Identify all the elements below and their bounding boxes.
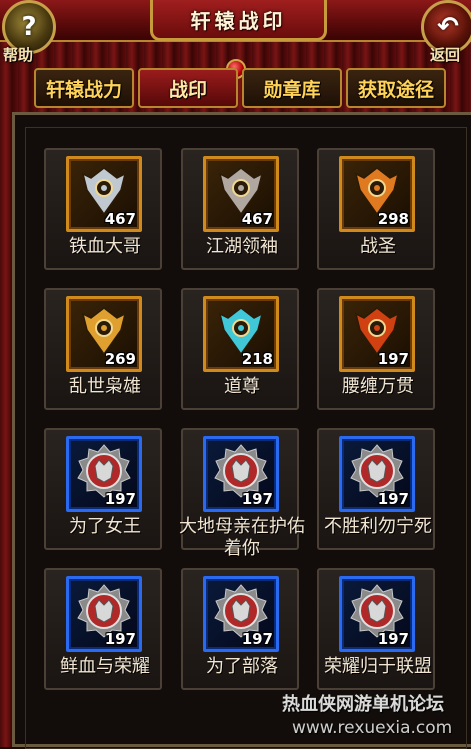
page-title: 轩辕战印 xyxy=(190,8,287,33)
badge-card[interactable]: 467 江湖领袖 xyxy=(181,148,299,270)
badge-name: 江湖领袖 xyxy=(206,236,278,257)
title-plate: 轩辕战印 xyxy=(150,0,327,41)
badge-card[interactable]: 197 不胜利勿宁死 xyxy=(317,428,435,550)
badge-frame: 218 xyxy=(203,296,279,372)
back-label: 返回 xyxy=(430,46,461,64)
badge-frame: 298 xyxy=(339,156,415,232)
watermark-url: www.rexuexia.com xyxy=(292,718,453,738)
badge-card[interactable]: 197 为了女王 xyxy=(44,428,162,550)
badge-name: 乱世枭雄 xyxy=(69,376,141,397)
badge-frame: 197 xyxy=(203,576,279,652)
badge-frame: 197 xyxy=(339,436,415,512)
badge-count: 197 xyxy=(241,490,273,508)
tab-battle-power[interactable]: 轩辕战力 xyxy=(34,68,134,108)
badge-card[interactable]: 467 铁血大哥 xyxy=(44,148,162,270)
badge-name: 不胜利勿宁死 xyxy=(324,516,432,537)
badge-name: 道尊 xyxy=(224,376,260,397)
badge-card[interactable]: 197 大地母亲在护佑着你 xyxy=(179,428,305,559)
badge-card[interactable]: 197 为了部落 xyxy=(181,568,299,690)
badge-card[interactable]: 197 荣耀归于联盟 xyxy=(317,568,435,690)
back-arrow-icon: ↶ xyxy=(437,12,459,42)
badge-frame: 269 xyxy=(66,296,142,372)
badge-card[interactable]: 197 腰缠万贯 xyxy=(317,288,435,410)
badge-name: 战圣 xyxy=(360,236,396,257)
badge-frame: 467 xyxy=(66,156,142,232)
badge-name: 大地母亲在护佑着你 xyxy=(179,516,305,559)
badge-name: 荣耀归于联盟 xyxy=(324,656,432,677)
badge-name: 鲜血与荣耀 xyxy=(60,656,150,677)
badge-frame: 197 xyxy=(203,436,279,512)
badge-frame: 197 xyxy=(66,576,142,652)
watermark-text: 热血侠网游单机论坛 xyxy=(282,694,444,715)
question-mark-icon: ? xyxy=(21,12,37,42)
top-bar: 轩辕战印 xyxy=(0,0,471,42)
badge-count: 269 xyxy=(104,350,136,368)
badge-card[interactable]: 298 战圣 xyxy=(317,148,435,270)
badge-count: 197 xyxy=(104,490,136,508)
badge-name: 为了部落 xyxy=(206,656,278,677)
badge-count: 298 xyxy=(377,210,409,228)
tab-seal[interactable]: 战印 xyxy=(138,68,238,108)
badge-count: 197 xyxy=(241,630,273,648)
badge-count: 467 xyxy=(241,210,273,228)
badge-card[interactable]: 269 乱世枭雄 xyxy=(44,288,162,410)
badge-card[interactable]: 197 鲜血与荣耀 xyxy=(44,568,162,690)
badge-count: 197 xyxy=(377,350,409,368)
tab-medal-library[interactable]: 勋章库 xyxy=(242,68,342,108)
badge-name: 为了女王 xyxy=(69,516,141,537)
badge-count: 197 xyxy=(104,630,136,648)
badge-name: 腰缠万贯 xyxy=(342,376,414,397)
badge-count: 197 xyxy=(377,490,409,508)
badge-frame: 197 xyxy=(339,296,415,372)
tab-acquire[interactable]: 获取途径 xyxy=(346,68,446,108)
badge-name: 铁血大哥 xyxy=(69,236,141,257)
badge-count: 197 xyxy=(377,630,409,648)
badge-count: 467 xyxy=(104,210,136,228)
badge-card[interactable]: 218 道尊 xyxy=(181,288,299,410)
tab-bar: 轩辕战力 战印 勋章库 获取途径 xyxy=(34,68,446,108)
badge-frame: 197 xyxy=(66,436,142,512)
badge-frame: 467 xyxy=(203,156,279,232)
help-label: 帮助 xyxy=(3,46,34,64)
badge-count: 218 xyxy=(241,350,273,368)
badge-frame: 197 xyxy=(339,576,415,652)
